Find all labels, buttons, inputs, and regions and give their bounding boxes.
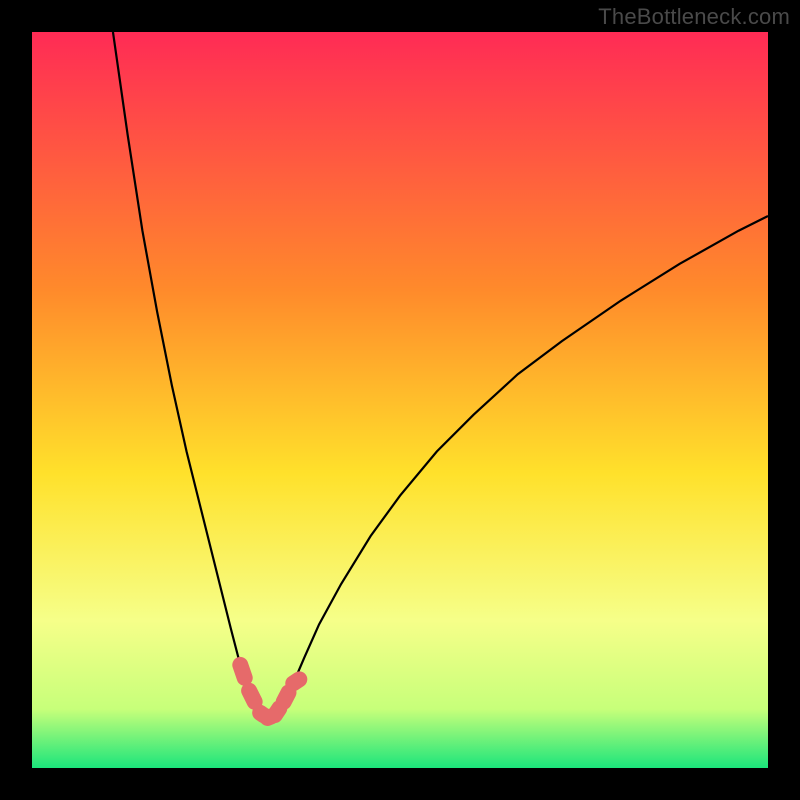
curve-marker [293,679,299,683]
curve-marker [284,693,289,702]
chart-svg [32,32,768,768]
bottleneck-chart [32,32,768,768]
watermark-text: TheBottleneck.com [598,4,790,30]
curve-marker [240,665,244,678]
gradient-background [32,32,768,768]
curve-marker [275,708,279,715]
curve-marker [249,691,255,702]
